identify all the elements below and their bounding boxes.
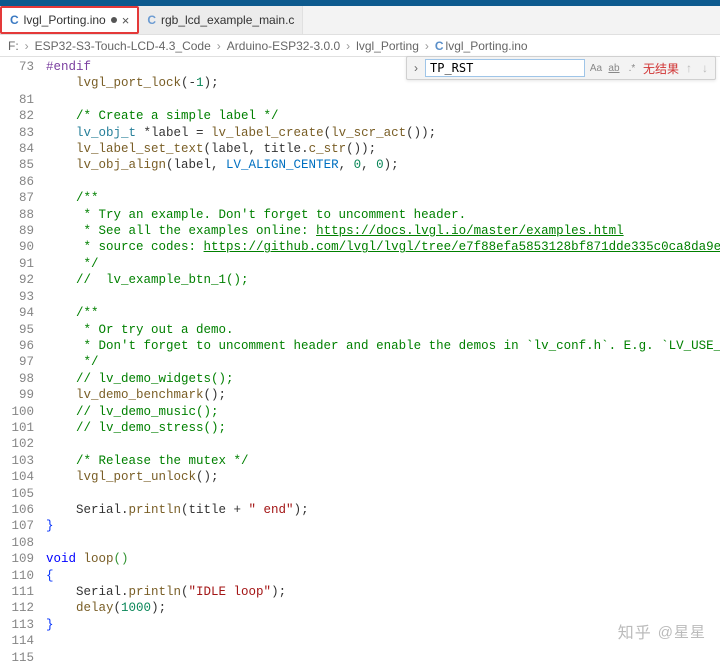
find-next-icon[interactable]: ↓ — [699, 61, 711, 75]
crumb[interactable]: F: — [8, 39, 19, 53]
chevron-right-icon: › — [25, 39, 29, 53]
close-icon[interactable]: × — [122, 13, 130, 28]
watermark-text: @星星 — [658, 621, 706, 642]
find-prev-icon[interactable]: ↑ — [683, 61, 695, 75]
crumb[interactable]: Arduino-ESP32-3.0.0 — [227, 39, 340, 53]
tab-label: lvgl_Porting.ino — [24, 13, 106, 27]
c-file-icon: C — [435, 39, 444, 53]
find-result-count: 无结果 — [643, 60, 679, 77]
line-number-gutter: 73 8182838485868788899091929394959697989… — [0, 57, 46, 661]
crumb[interactable]: ESP32-S3-Touch-LCD-4.3_Code — [35, 39, 211, 53]
match-case-button[interactable]: Aa — [589, 63, 603, 74]
chevron-right-icon: › — [217, 39, 221, 53]
code-area[interactable]: #endif lvgl_port_lock(-1); /* Create a s… — [46, 57, 720, 661]
chevron-right-icon: › — [425, 39, 429, 53]
c-file-icon: C — [147, 13, 156, 27]
modified-indicator — [111, 17, 117, 23]
c-file-icon: C — [10, 13, 19, 27]
expand-replace-icon[interactable]: › — [411, 61, 421, 75]
tab-bar: C lvgl_Porting.ino × C rgb_lcd_example_m… — [0, 6, 720, 35]
find-input[interactable] — [425, 59, 585, 77]
regex-button[interactable]: .* — [625, 63, 639, 74]
watermark: 知乎 @星星 — [618, 619, 706, 643]
whole-word-button[interactable]: ab — [607, 63, 621, 74]
crumb[interactable]: Clvgl_Porting.ino — [435, 39, 528, 53]
breadcrumb: F: › ESP32-S3-Touch-LCD-4.3_Code › Ardui… — [0, 35, 720, 57]
crumb[interactable]: lvgl_Porting — [356, 39, 419, 53]
zhihu-logo: 知乎 — [618, 619, 652, 643]
tab-label: rgb_lcd_example_main.c — [161, 13, 294, 27]
find-widget: › Aa ab .* 无结果 ↑ ↓ — [406, 56, 716, 80]
tab-inactive[interactable]: C rgb_lcd_example_main.c — [139, 6, 303, 34]
editor[interactable]: 73 8182838485868788899091929394959697989… — [0, 57, 720, 661]
tab-active[interactable]: C lvgl_Porting.ino × — [0, 6, 139, 34]
chevron-right-icon: › — [346, 39, 350, 53]
